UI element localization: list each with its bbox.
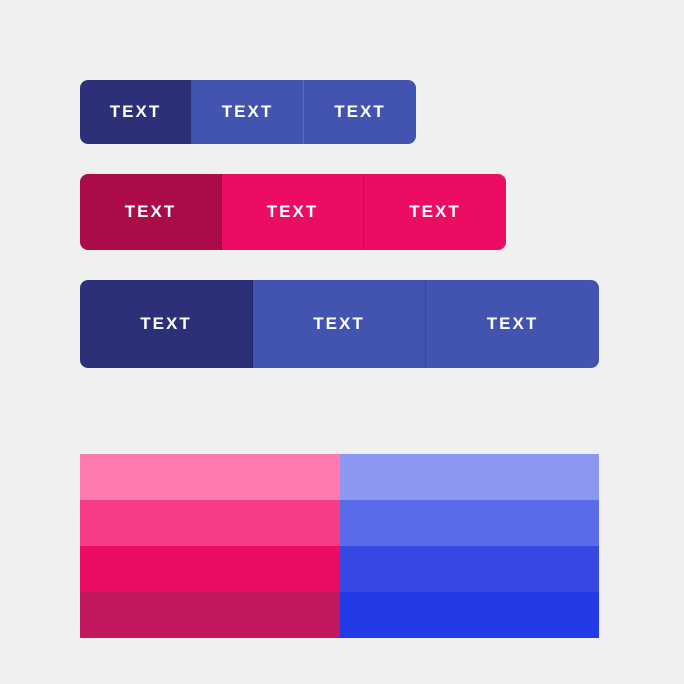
button-large-3[interactable]: TEXT <box>426 280 599 368</box>
swatch-blue-1 <box>340 454 600 500</box>
swatch-pink-1 <box>80 454 340 500</box>
button-small-2[interactable]: TEXT <box>192 80 304 144</box>
button-group-medium: TEXT TEXT TEXT <box>80 174 506 250</box>
button-group-small: TEXT TEXT TEXT <box>80 80 416 144</box>
palette-column-blue <box>340 454 600 638</box>
button-medium-1[interactable]: TEXT <box>80 174 222 250</box>
button-large-2[interactable]: TEXT <box>253 280 426 368</box>
button-large-1[interactable]: TEXT <box>80 280 253 368</box>
button-small-3[interactable]: TEXT <box>304 80 416 144</box>
button-small-1[interactable]: TEXT <box>80 80 192 144</box>
swatch-blue-4 <box>340 592 600 638</box>
swatch-pink-4 <box>80 592 340 638</box>
palette-column-pink <box>80 454 340 638</box>
swatch-blue-2 <box>340 500 600 546</box>
color-palette <box>80 454 599 638</box>
button-medium-2[interactable]: TEXT <box>222 174 364 250</box>
button-group-large: TEXT TEXT TEXT <box>80 280 599 368</box>
swatch-blue-3 <box>340 546 600 592</box>
button-medium-3[interactable]: TEXT <box>364 174 506 250</box>
swatch-pink-2 <box>80 500 340 546</box>
swatch-pink-3 <box>80 546 340 592</box>
